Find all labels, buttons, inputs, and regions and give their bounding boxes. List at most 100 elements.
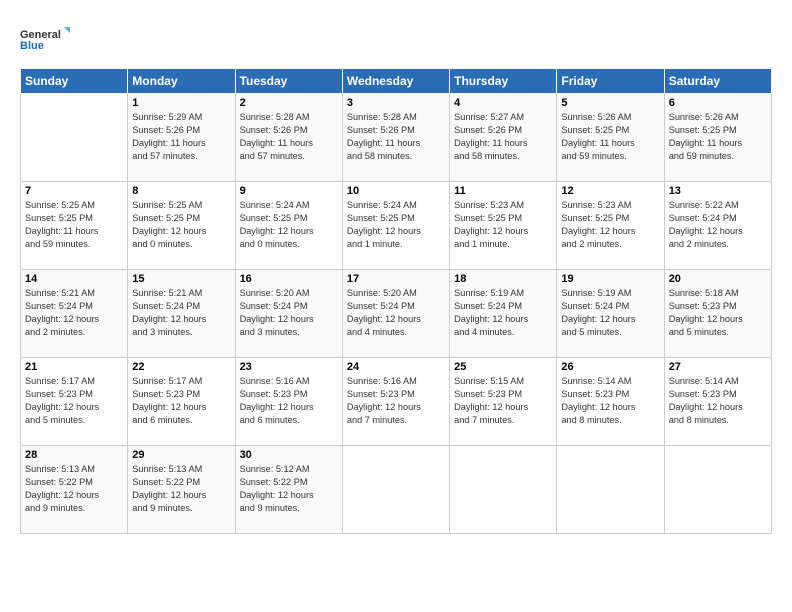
day-cell: 28 Sunrise: 5:13 AMSunset: 5:22 PMDayligh… (21, 446, 128, 534)
day-number: 8 (132, 185, 230, 197)
day-number: 23 (240, 361, 338, 373)
header-cell-thursday: Thursday (450, 69, 557, 94)
day-cell: 19 Sunrise: 5:19 AMSunset: 5:24 PMDayligh… (557, 270, 664, 358)
day-info: Sunrise: 5:23 AMSunset: 5:25 PMDaylight:… (561, 199, 659, 251)
day-cell: 8Sunrise: 5:25 AMSunset: 5:25 PMDaylight… (128, 182, 235, 270)
day-cell (342, 446, 449, 534)
day-number: 2 (240, 97, 338, 109)
day-cell: 18Sunrise: 5:19 AMSunset: 5:24 PMDayligh… (450, 270, 557, 358)
day-info: Sunrise: 5:15 AMSunset: 5:23 PMDaylight:… (454, 375, 552, 427)
day-number: 13 (669, 185, 767, 197)
day-number: 1 (132, 97, 230, 109)
week-row-5: 28 Sunrise: 5:13 AMSunset: 5:22 PMDayligh… (21, 446, 772, 534)
day-cell: 29Sunrise: 5:13 AMSunset: 5:22 PMDayligh… (128, 446, 235, 534)
day-info: Sunrise: 5:27 AMSunset: 5:26 PMDaylight:… (454, 111, 552, 163)
calendar-table: SundayMondayTuesdayWednesdayThursdayFrid… (20, 68, 772, 534)
day-cell: 3 Sunrise: 5:28 AMSunset: 5:26 PMDaylight… (342, 94, 449, 182)
day-number: 19 (561, 273, 659, 285)
header: General Blue (20, 18, 772, 60)
header-cell-saturday: Saturday (664, 69, 771, 94)
day-cell: 4 Sunrise: 5:27 AMSunset: 5:26 PMDaylight… (450, 94, 557, 182)
header-cell-friday: Friday (557, 69, 664, 94)
day-cell (450, 446, 557, 534)
day-number: 14 (25, 273, 123, 285)
day-number: 22 (132, 361, 230, 373)
day-info: Sunrise: 5:16 AMSunset: 5:23 PMDaylight:… (347, 375, 445, 427)
day-cell: 20Sunrise: 5:18 AMSunset: 5:23 PMDayligh… (664, 270, 771, 358)
day-info: Sunrise: 5:25 AMSunset: 5:25 PMDaylight:… (25, 199, 123, 251)
day-info: Sunrise: 5:14 AMSunset: 5:23 PMDaylight:… (669, 375, 767, 427)
day-info: Sunrise: 5:17 AMSunset: 5:23 PMDaylight:… (25, 375, 123, 427)
day-cell: 16 Sunrise: 5:20 AMSunset: 5:24 PMDayligh… (235, 270, 342, 358)
day-number: 15 (132, 273, 230, 285)
day-number: 3 (347, 97, 445, 109)
day-cell: 22 Sunrise: 5:17 AMSunset: 5:23 PMDayligh… (128, 358, 235, 446)
header-row: SundayMondayTuesdayWednesdayThursdayFrid… (21, 69, 772, 94)
week-row-3: 14 Sunrise: 5:21 AMSunset: 5:24 PMDayligh… (21, 270, 772, 358)
day-info: Sunrise: 5:26 AMSunset: 5:25 PMDaylight:… (561, 111, 659, 163)
day-cell: 13 Sunrise: 5:22 AMSunset: 5:24 PMDayligh… (664, 182, 771, 270)
day-info: Sunrise: 5:24 AMSunset: 5:25 PMDaylight:… (347, 199, 445, 251)
day-number: 11 (454, 185, 552, 197)
day-number: 5 (561, 97, 659, 109)
day-info: Sunrise: 5:17 AMSunset: 5:23 PMDaylight:… (132, 375, 230, 427)
day-number: 25 (454, 361, 552, 373)
day-number: 16 (240, 273, 338, 285)
day-number: 7 (25, 185, 123, 197)
day-number: 30 (240, 449, 338, 461)
day-info: Sunrise: 5:20 AMSunset: 5:24 PMDaylight:… (240, 287, 338, 339)
day-number: 17 (347, 273, 445, 285)
day-cell: 1 Sunrise: 5:29 AMSunset: 5:26 PMDaylight… (128, 94, 235, 182)
day-cell: 27 Sunrise: 5:14 AMSunset: 5:23 PMDayligh… (664, 358, 771, 446)
day-number: 10 (347, 185, 445, 197)
logo: General Blue (20, 18, 70, 60)
day-cell (21, 94, 128, 182)
day-info: Sunrise: 5:29 AMSunset: 5:26 PMDaylight:… (132, 111, 230, 163)
page: General Blue SundayMondayTuesdayWednesda… (0, 0, 792, 612)
header-cell-wednesday: Wednesday (342, 69, 449, 94)
day-number: 12 (561, 185, 659, 197)
day-info: Sunrise: 5:19 AMSunset: 5:24 PMDaylight:… (561, 287, 659, 339)
header-cell-tuesday: Tuesday (235, 69, 342, 94)
day-info: Sunrise: 5:14 AMSunset: 5:23 PMDaylight:… (561, 375, 659, 427)
day-cell: 9Sunrise: 5:24 AMSunset: 5:25 PMDaylight… (235, 182, 342, 270)
day-info: Sunrise: 5:20 AMSunset: 5:24 PMDaylight:… (347, 287, 445, 339)
day-info: Sunrise: 5:23 AMSunset: 5:25 PMDaylight:… (454, 199, 552, 251)
header-cell-monday: Monday (128, 69, 235, 94)
svg-text:General: General (20, 29, 61, 41)
day-info: Sunrise: 5:28 AMSunset: 5:26 PMDaylight:… (347, 111, 445, 163)
week-row-1: 1 Sunrise: 5:29 AMSunset: 5:26 PMDaylight… (21, 94, 772, 182)
day-info: Sunrise: 5:21 AMSunset: 5:24 PMDaylight:… (132, 287, 230, 339)
day-info: Sunrise: 5:18 AMSunset: 5:23 PMDaylight:… (669, 287, 767, 339)
day-info: Sunrise: 5:12 AMSunset: 5:22 PMDaylight:… (240, 463, 338, 515)
logo-svg: General Blue (20, 18, 70, 60)
header-cell-sunday: Sunday (21, 69, 128, 94)
day-cell: 10 Sunrise: 5:24 AMSunset: 5:25 PMDayligh… (342, 182, 449, 270)
day-number: 28 (25, 449, 123, 461)
day-info: Sunrise: 5:13 AMSunset: 5:22 PMDaylight:… (25, 463, 123, 515)
day-info: Sunrise: 5:26 AMSunset: 5:25 PMDaylight:… (669, 111, 767, 163)
day-cell: 7 Sunrise: 5:25 AMSunset: 5:25 PMDaylight… (21, 182, 128, 270)
svg-text:Blue: Blue (20, 40, 44, 52)
day-number: 9 (240, 185, 338, 197)
week-row-4: 21Sunrise: 5:17 AMSunset: 5:23 PMDayligh… (21, 358, 772, 446)
day-number: 24 (347, 361, 445, 373)
day-info: Sunrise: 5:28 AMSunset: 5:26 PMDaylight:… (240, 111, 338, 163)
day-info: Sunrise: 5:19 AMSunset: 5:24 PMDaylight:… (454, 287, 552, 339)
day-cell: 5 Sunrise: 5:26 AMSunset: 5:25 PMDaylight… (557, 94, 664, 182)
day-cell (557, 446, 664, 534)
day-info: Sunrise: 5:22 AMSunset: 5:24 PMDaylight:… (669, 199, 767, 251)
day-cell: 12 Sunrise: 5:23 AMSunset: 5:25 PMDayligh… (557, 182, 664, 270)
day-cell: 21Sunrise: 5:17 AMSunset: 5:23 PMDayligh… (21, 358, 128, 446)
day-number: 26 (561, 361, 659, 373)
day-number: 4 (454, 97, 552, 109)
day-cell: 14 Sunrise: 5:21 AMSunset: 5:24 PMDayligh… (21, 270, 128, 358)
week-row-2: 7 Sunrise: 5:25 AMSunset: 5:25 PMDaylight… (21, 182, 772, 270)
day-number: 27 (669, 361, 767, 373)
day-cell: 11 Sunrise: 5:23 AMSunset: 5:25 PMDayligh… (450, 182, 557, 270)
day-number: 29 (132, 449, 230, 461)
day-cell: 30 Sunrise: 5:12 AMSunset: 5:22 PMDayligh… (235, 446, 342, 534)
day-info: Sunrise: 5:16 AMSunset: 5:23 PMDaylight:… (240, 375, 338, 427)
day-info: Sunrise: 5:21 AMSunset: 5:24 PMDaylight:… (25, 287, 123, 339)
day-cell: 25 Sunrise: 5:15 AMSunset: 5:23 PMDayligh… (450, 358, 557, 446)
